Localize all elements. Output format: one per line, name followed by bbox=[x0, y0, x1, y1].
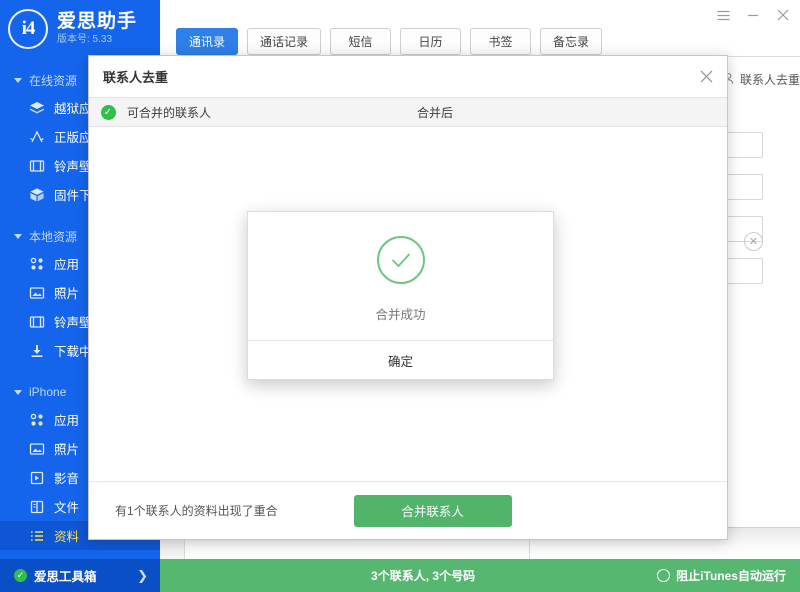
sidebar-group-label: iPhone bbox=[29, 385, 66, 399]
green-check-icon: ✓ bbox=[101, 105, 116, 120]
block-itunes-label: 阻止iTunes自动运行 bbox=[676, 567, 786, 584]
dialog-title: 联系人去重 bbox=[103, 67, 168, 86]
modal-confirm-label: 确定 bbox=[388, 351, 413, 370]
download-icon bbox=[28, 342, 45, 359]
tab-label: 书签 bbox=[489, 33, 513, 50]
sidebar-item-label: 应用 bbox=[54, 410, 79, 429]
sidebar-item-label: 照片 bbox=[54, 283, 79, 302]
tab-bookmarks[interactable]: 书签 bbox=[470, 28, 531, 55]
data-list-icon bbox=[28, 527, 45, 544]
apps-grid-icon bbox=[28, 411, 45, 428]
tab-sms[interactable]: 短信 bbox=[330, 28, 391, 55]
apps-grid-icon bbox=[28, 255, 45, 272]
column-header-merged: 合并后 bbox=[417, 104, 727, 121]
topbar: 通讯录 通话记录 短信 日历 书签 备忘录 bbox=[160, 0, 800, 57]
close-icon[interactable] bbox=[776, 8, 790, 22]
modal-message: 合并成功 bbox=[375, 304, 425, 323]
dialog-titlebar: 联系人去重 bbox=[89, 56, 727, 97]
sidebar-toolbox-button[interactable]: ✓ 爱思工具箱 ❯ bbox=[0, 559, 160, 592]
dedupe-button-label: 联系人去重 bbox=[740, 71, 800, 88]
close-icon[interactable] bbox=[695, 66, 717, 88]
chevron-down-icon bbox=[14, 234, 22, 239]
tab-label: 备忘录 bbox=[553, 33, 589, 50]
i4-circle-logo-icon: i4 bbox=[8, 9, 48, 49]
contacts-dedupe-button[interactable]: 联系人去重 bbox=[722, 71, 800, 88]
firmware-box-icon bbox=[28, 186, 45, 203]
status-bar: 3个联系人, 3个号码 阻止iTunes自动运行 bbox=[160, 559, 800, 592]
photo-icon bbox=[28, 440, 45, 457]
app-window: i4 爱思助手 版本号: 5.33 在线资源 越狱应用 正版应用 bbox=[0, 0, 800, 592]
block-itunes-toggle[interactable]: 阻止iTunes自动运行 bbox=[657, 567, 786, 584]
sidebar-item-label: 应用 bbox=[54, 254, 79, 273]
tab-contacts[interactable]: 通讯录 bbox=[176, 28, 238, 55]
dialog-column-header: ✓ 可合并的联系人 合并后 bbox=[89, 97, 727, 127]
merge-success-modal: 合并成功 确定 bbox=[247, 211, 554, 380]
dedupe-summary-text: 有1个联系人的资料出现了重合 bbox=[115, 502, 278, 519]
sidebar-item-label: 文件 bbox=[54, 497, 79, 516]
chevron-down-icon bbox=[14, 78, 22, 83]
column-header-mergeable: 可合并的联系人 bbox=[127, 104, 417, 121]
modal-body: 合并成功 bbox=[248, 212, 553, 340]
sidebar-item-label: 资料 bbox=[54, 526, 79, 545]
tab-calendar[interactable]: 日历 bbox=[400, 28, 461, 55]
tab-memos[interactable]: 备忘录 bbox=[540, 28, 602, 55]
jailbreak-icon bbox=[28, 99, 45, 116]
logo-text: i4 bbox=[22, 18, 35, 40]
app-title: 爱思助手 bbox=[57, 12, 137, 32]
status-contacts-count: 3个联系人, 3个号码 bbox=[251, 567, 475, 584]
media-icon bbox=[28, 469, 45, 486]
menu-icon[interactable] bbox=[716, 8, 730, 22]
tab-label: 日历 bbox=[419, 33, 443, 50]
remove-circle-icon[interactable]: ✕ bbox=[744, 232, 763, 251]
tab-label: 通讯录 bbox=[189, 33, 225, 50]
genuine-app-icon bbox=[28, 128, 45, 145]
chevron-down-icon bbox=[14, 390, 22, 395]
check-circle-icon bbox=[377, 236, 425, 284]
ringtone-wallpaper-icon bbox=[28, 313, 45, 330]
window-controls bbox=[716, 8, 790, 22]
ringtone-wallpaper-icon bbox=[28, 157, 45, 174]
tab-bar: 通讯录 通话记录 短信 日历 书签 备忘录 bbox=[176, 28, 602, 55]
toolbox-label: 爱思工具箱 bbox=[34, 566, 97, 585]
dialog-footer: 有1个联系人的资料出现了重合 合并联系人 bbox=[89, 481, 727, 539]
circle-icon bbox=[657, 569, 670, 582]
photo-icon bbox=[28, 284, 45, 301]
tab-label: 短信 bbox=[349, 33, 373, 50]
chevron-right-icon: ❯ bbox=[137, 568, 148, 584]
file-icon bbox=[28, 498, 45, 515]
modal-confirm-button[interactable]: 确定 bbox=[248, 340, 553, 379]
minimize-icon[interactable] bbox=[746, 8, 760, 22]
brand-header: i4 爱思助手 版本号: 5.33 bbox=[0, 0, 160, 57]
merge-contacts-label: 合并联系人 bbox=[401, 501, 464, 520]
tab-label: 通话记录 bbox=[260, 33, 308, 50]
green-check-icon: ✓ bbox=[14, 569, 27, 582]
sidebar-group-label: 本地资源 bbox=[29, 228, 77, 245]
sidebar-item-label: 照片 bbox=[54, 439, 79, 458]
merge-contacts-button[interactable]: 合并联系人 bbox=[354, 495, 512, 527]
sidebar-item-label: 影音 bbox=[54, 468, 79, 487]
sidebar-group-label: 在线资源 bbox=[29, 72, 77, 89]
select-all-checkbox[interactable]: ✓ bbox=[89, 105, 127, 120]
tab-call-history[interactable]: 通话记录 bbox=[247, 28, 321, 55]
app-version: 版本号: 5.33 bbox=[57, 35, 137, 46]
